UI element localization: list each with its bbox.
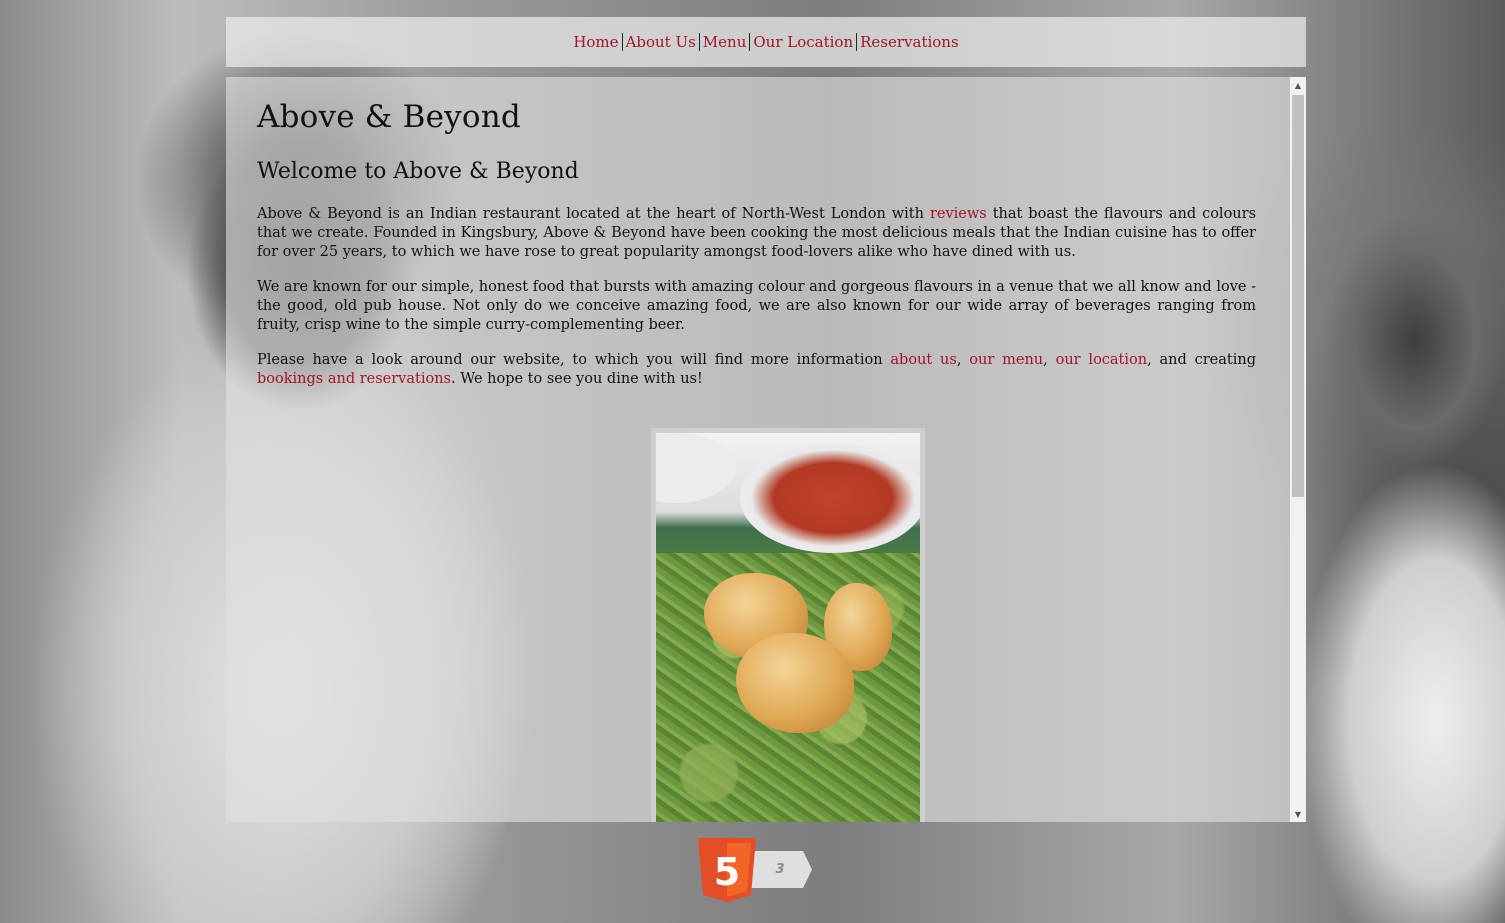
our-location-link[interactable]: our location <box>1056 352 1148 368</box>
comma: , <box>956 352 970 368</box>
vertical-scrollbar[interactable]: ▲ ▼ <box>1290 77 1306 822</box>
css3-icon: 3 <box>748 851 812 888</box>
comma: , <box>1043 352 1056 368</box>
intro-paragraph: Above & Beyond is an Indian restaurant l… <box>257 205 1256 262</box>
intro-text: Above & Beyond is an Indian restaurant l… <box>257 206 930 222</box>
bookings-link[interactable]: bookings and reservations <box>257 371 451 387</box>
html5-shield-icon: 5 <box>698 838 756 902</box>
content-panel[interactable]: Above & Beyond Welcome to Above & Beyond… <box>226 77 1306 822</box>
main-navigation: Home About Us Menu Our Location Reservat… <box>226 17 1306 67</box>
food-photo-frame <box>651 428 925 822</box>
html5-number: 5 <box>714 850 740 894</box>
scroll-up-arrow-icon[interactable]: ▲ <box>1290 77 1306 93</box>
site-title: Above & Beyond <box>257 99 521 135</box>
nav-about-us[interactable]: About Us <box>623 33 699 51</box>
explore-text: Please have a look around our website, t… <box>257 352 891 368</box>
welcome-heading: Welcome to Above & Beyond <box>257 159 579 184</box>
photo-plate <box>656 433 736 503</box>
explore-paragraph: Please have a look around our website, t… <box>257 351 1256 389</box>
our-menu-link[interactable]: our menu <box>969 352 1043 368</box>
html5-css3-badge[interactable]: 3 5 <box>698 838 814 902</box>
nav-menu[interactable]: Menu <box>700 33 750 51</box>
reviews-link[interactable]: reviews <box>930 206 987 222</box>
scroll-down-arrow-icon[interactable]: ▼ <box>1290 806 1306 822</box>
food-photo <box>656 433 920 822</box>
photo-chutney-bowl <box>740 443 920 553</box>
scroll-thumb[interactable] <box>1292 95 1304 497</box>
closing-text: . We hope to see you dine with us! <box>451 371 703 387</box>
content-body: Above & Beyond Welcome to Above & Beyond… <box>257 77 1256 822</box>
and-creating-text: , and creating <box>1147 352 1256 368</box>
about-us-link[interactable]: about us <box>890 352 956 368</box>
nav-home[interactable]: Home <box>570 33 621 51</box>
nav-reservations[interactable]: Reservations <box>857 33 962 51</box>
known-for-paragraph: We are known for our simple, honest food… <box>257 279 1256 333</box>
css3-number: 3 <box>775 862 785 877</box>
nav-our-location[interactable]: Our Location <box>750 33 856 51</box>
